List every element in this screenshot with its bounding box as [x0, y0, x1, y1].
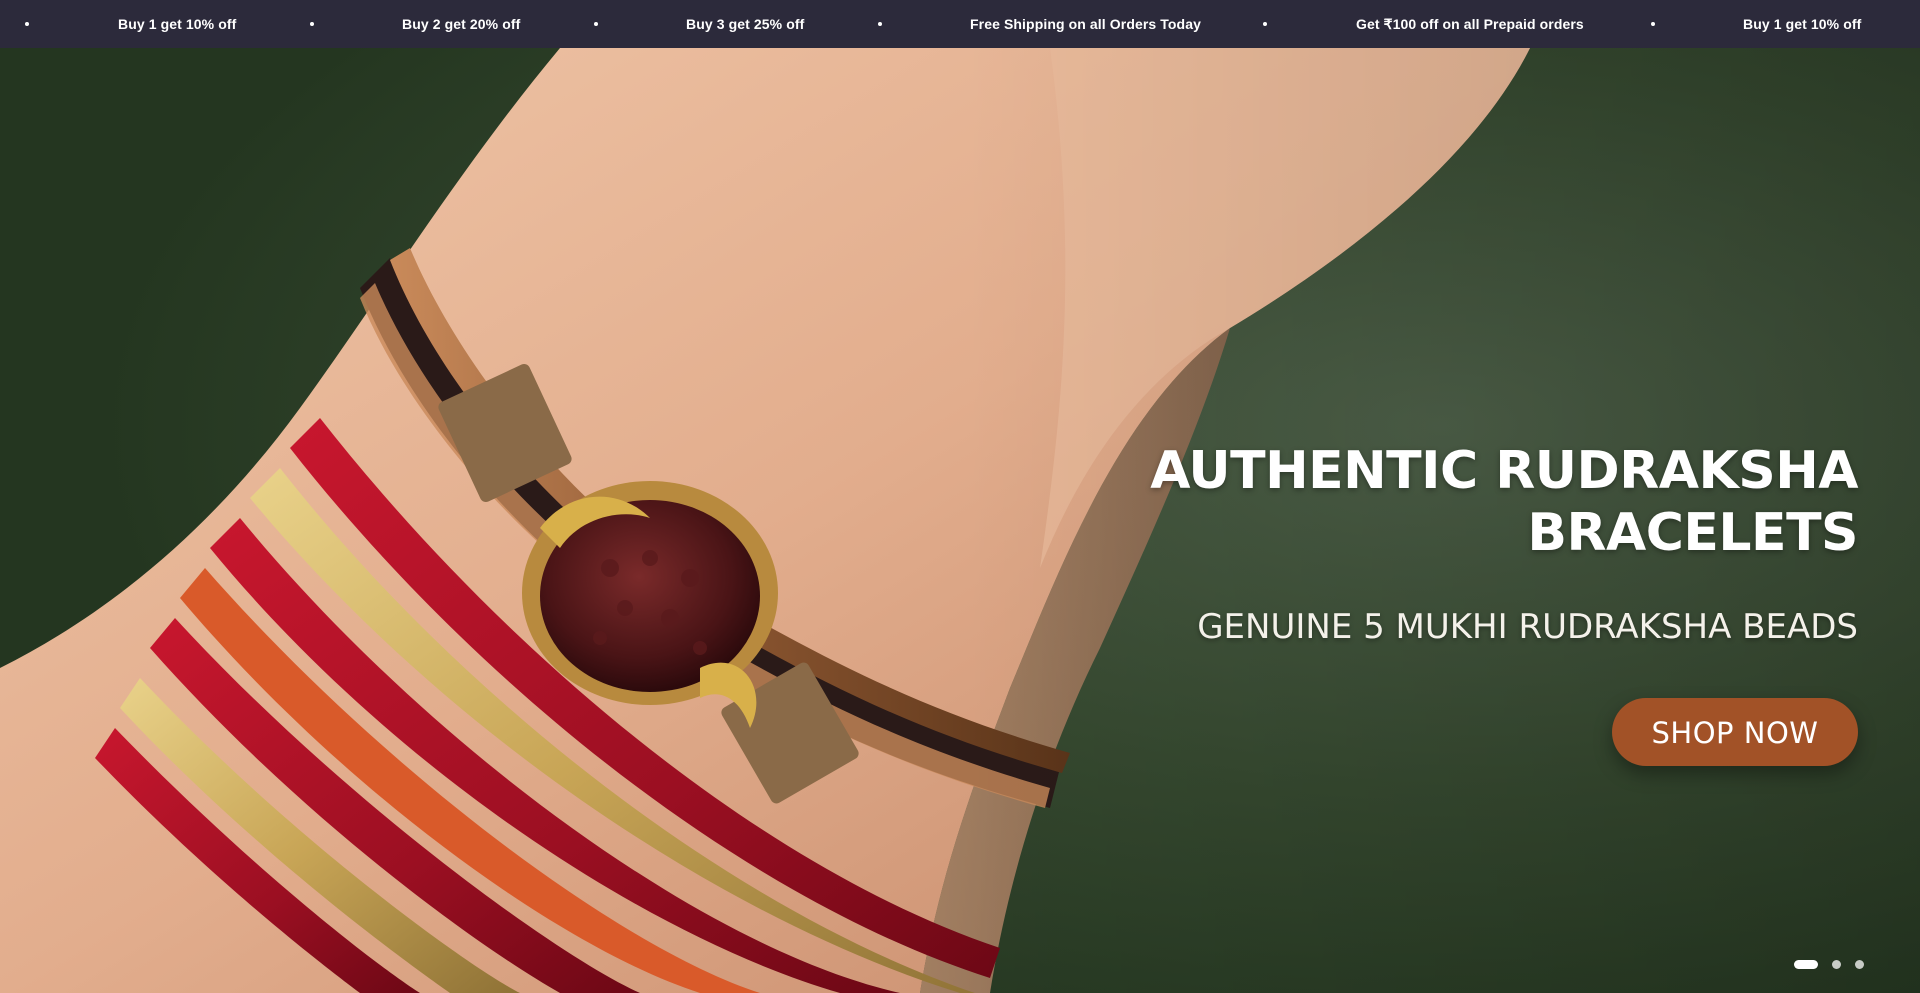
announcement-item: Get ₹100 off on all Prepaid orders	[1356, 16, 1584, 32]
announcement-bar: Buy 1 get 10% off Buy 2 get 20% off Buy …	[0, 0, 1920, 48]
announcement-item: Buy 1 get 10% off	[1743, 16, 1862, 32]
announcement-item: Free Shipping on all Orders Today	[970, 16, 1201, 32]
separator-dot-icon	[1263, 22, 1267, 26]
slider-dot-1[interactable]	[1794, 960, 1818, 969]
announcement-item: Buy 2 get 20% off	[402, 16, 521, 32]
shop-now-button[interactable]: SHOP NOW	[1612, 698, 1858, 766]
hero-heading-line2: BRACELETS	[1527, 503, 1858, 563]
slider-pagination	[1794, 960, 1864, 969]
hero-banner: AUTHENTIC RUDRAKSHA BRACELETS GENUINE 5 …	[0, 48, 1920, 993]
hero-subheading: GENUINE 5 MUKHI RUDRAKSHA BEADS	[1197, 607, 1858, 647]
separator-dot-icon	[1651, 22, 1655, 26]
hero-heading: AUTHENTIC RUDRAKSHA BRACELETS	[1098, 440, 1858, 564]
slider-dot-3[interactable]	[1855, 960, 1864, 969]
announcement-item: Buy 3 get 25% off	[686, 16, 805, 32]
separator-dot-icon	[878, 22, 882, 26]
hero-content: AUTHENTIC RUDRAKSHA BRACELETS GENUINE 5 …	[1098, 440, 1858, 766]
hero-heading-line1: AUTHENTIC RUDRAKSHA	[1150, 441, 1858, 501]
announcement-item: Buy 1 get 10% off	[118, 16, 237, 32]
slider-dot-2[interactable]	[1832, 960, 1841, 969]
separator-dot-icon	[594, 22, 598, 26]
separator-dot-icon	[310, 22, 314, 26]
separator-dot-icon	[25, 22, 29, 26]
announcement-track: Buy 1 get 10% off Buy 2 get 20% off Buy …	[0, 0, 1920, 48]
